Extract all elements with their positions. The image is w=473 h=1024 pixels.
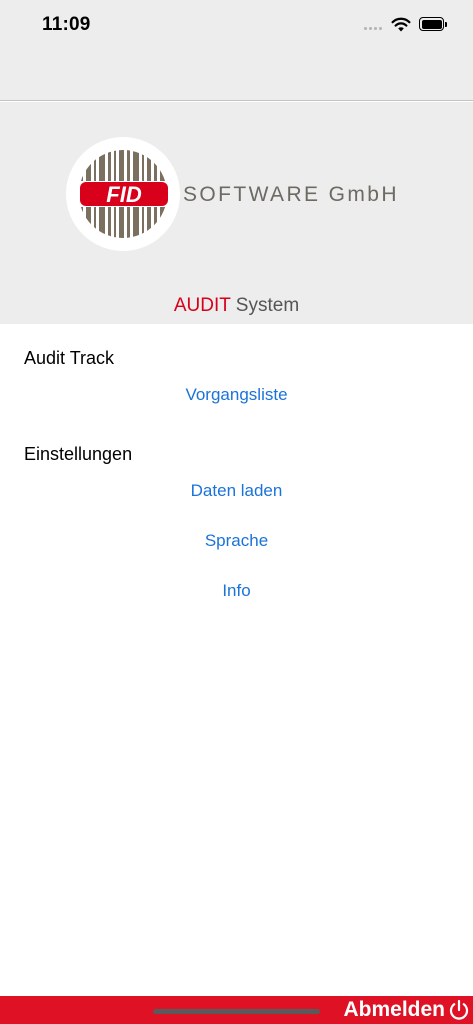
app-title-highlight: AUDIT [173, 295, 231, 316]
home-indicator [153, 1009, 320, 1014]
section-header-audit-track: Audit Track [24, 348, 115, 368]
fid-logo-icon: FID [66, 137, 180, 251]
menu-item-daten-laden[interactable]: Daten laden [0, 481, 473, 501]
logout-button[interactable]: Abmelden [343, 996, 470, 1024]
battery-icon [419, 17, 448, 31]
section-header-einstellungen: Einstellungen [24, 444, 133, 464]
logout-label: Abmelden [343, 998, 445, 1021]
bottom-bar: Abmelden [0, 996, 473, 1024]
navigation-bar [0, 54, 473, 101]
app-title: AUDIT System [0, 295, 473, 317]
menu-item-info[interactable]: Info [0, 581, 473, 601]
logo-badge-text: FID [106, 182, 142, 207]
status-bar: 11:09 [0, 0, 473, 54]
wifi-icon [391, 17, 411, 32]
power-icon [449, 999, 469, 1020]
cellular-icon [364, 27, 382, 30]
app-header: FID SOFTWARE GmbH AUDIT System [0, 102, 473, 324]
menu-item-sprache[interactable]: Sprache [0, 531, 473, 551]
menu-item-vorgangsliste[interactable]: Vorgangsliste [0, 385, 473, 405]
status-time: 11:09 [42, 14, 91, 35]
app-title-rest: System [235, 295, 300, 316]
company-name: SOFTWARE GmbH [183, 183, 399, 206]
